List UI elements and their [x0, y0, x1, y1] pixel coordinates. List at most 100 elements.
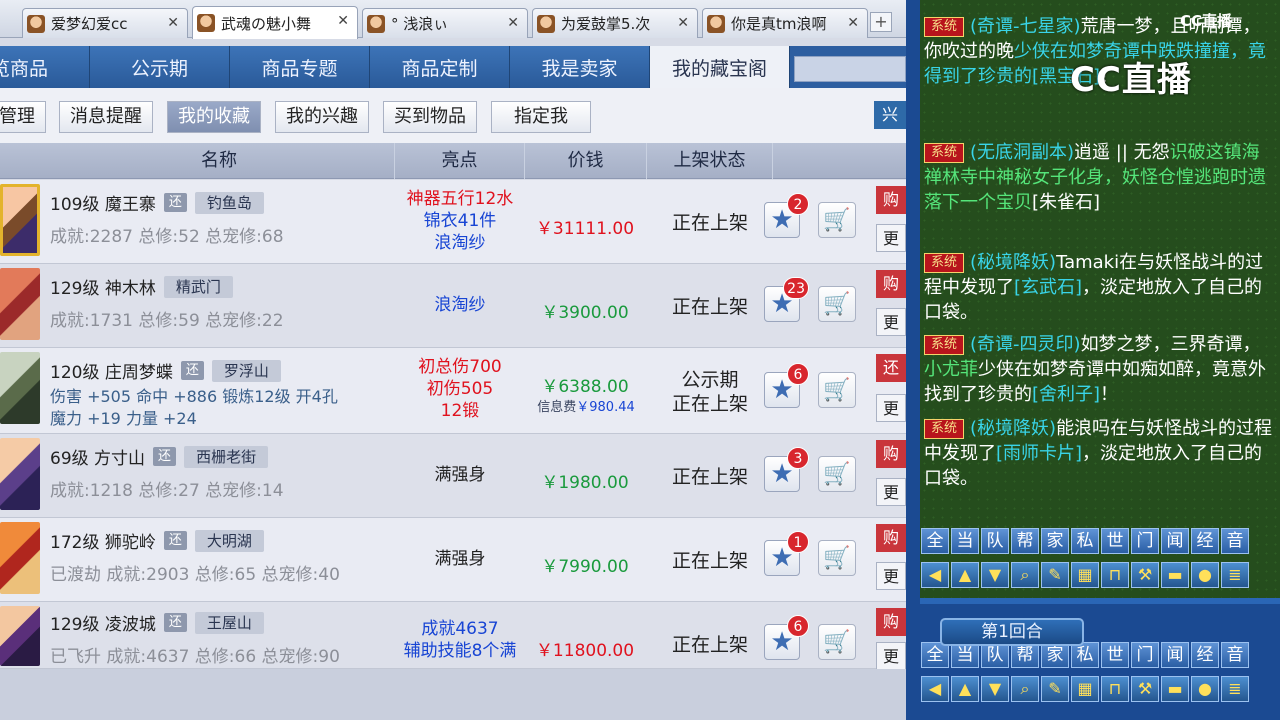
chat-icon[interactable]: ● [1191, 562, 1219, 588]
lock-icon[interactable]: ⊓ [1101, 562, 1129, 588]
more-button[interactable]: 更 [876, 224, 906, 252]
grid-icon[interactable]: ▦ [1071, 676, 1099, 702]
browser-tab-4[interactable]: 为爱鼓掌5.次 ✕ [532, 8, 698, 38]
favorite-star-button[interactable]: ★ 6 [764, 363, 809, 408]
header-highlights[interactable]: 亮点 [395, 143, 525, 179]
arrow-left-icon[interactable]: ◀ [921, 562, 949, 588]
subnav-favorites[interactable]: 我的收藏 [167, 101, 261, 133]
avatar[interactable] [0, 184, 40, 256]
channel-all-button[interactable]: 全 [921, 528, 949, 554]
list-icon[interactable]: ≣ [1221, 562, 1249, 588]
favorite-star-button[interactable]: ★ 6 [764, 615, 809, 660]
buy-button[interactable]: 购 [876, 440, 906, 468]
channel-voice-button[interactable]: 音 [1221, 642, 1249, 668]
tab-custom-goods[interactable]: 商品定制 [370, 46, 510, 88]
header-price[interactable]: 价钱 [525, 143, 647, 179]
buy-button[interactable]: 购 [876, 186, 906, 214]
channel-world-button[interactable]: 世 [1101, 528, 1129, 554]
channel-sect-button[interactable]: 门 [1131, 642, 1159, 668]
search-icon[interactable]: ⌕ [1011, 562, 1039, 588]
add-to-cart-button[interactable]: 🛒 [818, 456, 856, 492]
avatar[interactable] [0, 522, 40, 594]
tab-seller[interactable]: 我是卖家 [510, 46, 650, 88]
channel-econ-button[interactable]: 经 [1191, 528, 1219, 554]
favorite-star-button[interactable]: ★ 23 [764, 277, 809, 322]
browser-tab-1[interactable]: 爱梦幻爱cc ✕ [22, 8, 188, 38]
channel-guild-button[interactable]: 帮 [1011, 528, 1039, 554]
subnav-manage[interactable]: 管理 [0, 101, 46, 133]
channel-news-button[interactable]: 闻 [1161, 528, 1189, 554]
arrow-up-icon[interactable]: ▲ [951, 562, 979, 588]
table-row[interactable]: 129级 神木林 精武门 成就:1731 总修:59 总宠修:22 浪淘纱 ￥3… [0, 264, 906, 348]
more-button[interactable]: 更 [876, 478, 906, 506]
close-icon[interactable]: ✕ [167, 15, 179, 31]
subnav-assigned[interactable]: 指定我 [491, 101, 591, 133]
item-image[interactable] [0, 352, 40, 424]
lock-icon[interactable]: ⊓ [1101, 676, 1129, 702]
browser-tab-3[interactable]: ° 浅浪ぃ ✕ [362, 8, 528, 38]
avatar[interactable] [0, 438, 40, 510]
favorite-star-button[interactable]: ★ 1 [764, 531, 809, 576]
channel-voice-button[interactable]: 音 [1221, 528, 1249, 554]
buy-button[interactable]: 还 [876, 354, 906, 382]
broom-icon[interactable]: ⚒ [1131, 676, 1159, 702]
more-button[interactable]: 更 [876, 562, 906, 590]
arrow-left-icon[interactable]: ◀ [921, 676, 949, 702]
browser-tab-5[interactable]: 你是真tm浪啊 ✕ [702, 8, 868, 38]
add-to-cart-button[interactable]: 🛒 [818, 286, 856, 322]
chat-icon[interactable]: ● [1191, 676, 1219, 702]
header-status[interactable]: 上架状态 [647, 143, 773, 179]
browser-tab-2[interactable]: 武魂の魅小舞 ✕ [192, 6, 358, 39]
table-row[interactable]: 129级 凌波城 还 王屋山 已飞升 成就:4637 总修:66 总宠修:90 … [0, 602, 906, 670]
favorite-star-button[interactable]: ★ 2 [764, 193, 809, 238]
folder-icon[interactable]: ▬ [1161, 676, 1189, 702]
channel-world-button[interactable]: 世 [1101, 642, 1129, 668]
more-button[interactable]: 更 [876, 394, 906, 422]
table-row[interactable]: 69级 方寸山 还 西栅老街 成就:1218 总修:27 总宠修:14 满强身 … [0, 434, 906, 518]
list-icon[interactable]: ≣ [1221, 676, 1249, 702]
close-icon[interactable]: ✕ [847, 15, 859, 31]
add-to-cart-button[interactable]: 🛒 [818, 202, 856, 238]
buy-button[interactable]: 购 [876, 524, 906, 552]
broom-icon[interactable]: ⚒ [1131, 562, 1159, 588]
header-name[interactable]: 名称 [44, 143, 395, 179]
note-icon[interactable]: ✎ [1041, 676, 1069, 702]
more-button[interactable]: 更 [876, 642, 906, 670]
arrow-up-icon[interactable]: ▲ [951, 676, 979, 702]
new-tab-button[interactable]: + [870, 12, 892, 32]
tab-browse-goods[interactable]: 览商品 [0, 46, 90, 88]
search-input[interactable] [794, 56, 906, 82]
channel-private-button[interactable]: 私 [1071, 528, 1099, 554]
subnav-messages[interactable]: 消息提醒 [59, 101, 153, 133]
channel-current-button[interactable]: 当 [951, 528, 979, 554]
avatar[interactable] [0, 606, 40, 666]
buy-button[interactable]: 购 [876, 270, 906, 298]
subnav-purchased[interactable]: 买到物品 [383, 101, 477, 133]
add-to-cart-button[interactable]: 🛒 [818, 624, 856, 660]
close-icon[interactable]: ✕ [677, 15, 689, 31]
channel-econ-button[interactable]: 经 [1191, 642, 1219, 668]
add-to-cart-button[interactable]: 🛒 [818, 372, 856, 408]
grid-icon[interactable]: ▦ [1071, 562, 1099, 588]
note-icon[interactable]: ✎ [1041, 562, 1069, 588]
favorite-star-button[interactable]: ★ 3 [764, 447, 809, 492]
table-row[interactable]: 120级 庄周梦蝶 还 罗浮山 伤害 +505 命中 +886 锻炼12级 开4… [0, 348, 906, 434]
subnav-interests[interactable]: 我的兴趣 [275, 101, 369, 133]
folder-icon[interactable]: ▬ [1161, 562, 1189, 588]
tab-public-period[interactable]: 公示期 [90, 46, 230, 88]
add-to-cart-button[interactable]: 🛒 [818, 540, 856, 576]
channel-team-button[interactable]: 队 [981, 528, 1009, 554]
subnav-right-button[interactable]: 兴 [874, 101, 906, 129]
arrow-down-icon[interactable]: ▼ [981, 562, 1009, 588]
tab-my-treasure[interactable]: 我的藏宝阁 [650, 46, 790, 88]
buy-button[interactable]: 购 [876, 608, 906, 636]
arrow-down-icon[interactable]: ▼ [981, 676, 1009, 702]
tab-goods-topics[interactable]: 商品专题 [230, 46, 370, 88]
channel-family-button[interactable]: 家 [1041, 528, 1069, 554]
table-row[interactable]: 109级 魔王寨 还 钓鱼岛 成就:2287 总修:52 总宠修:68 神器五行… [0, 180, 906, 264]
channel-news-button[interactable]: 闻 [1161, 642, 1189, 668]
channel-sect-button[interactable]: 门 [1131, 528, 1159, 554]
close-icon[interactable]: ✕ [507, 15, 519, 31]
close-icon[interactable]: ✕ [337, 13, 349, 29]
avatar[interactable] [0, 268, 40, 340]
